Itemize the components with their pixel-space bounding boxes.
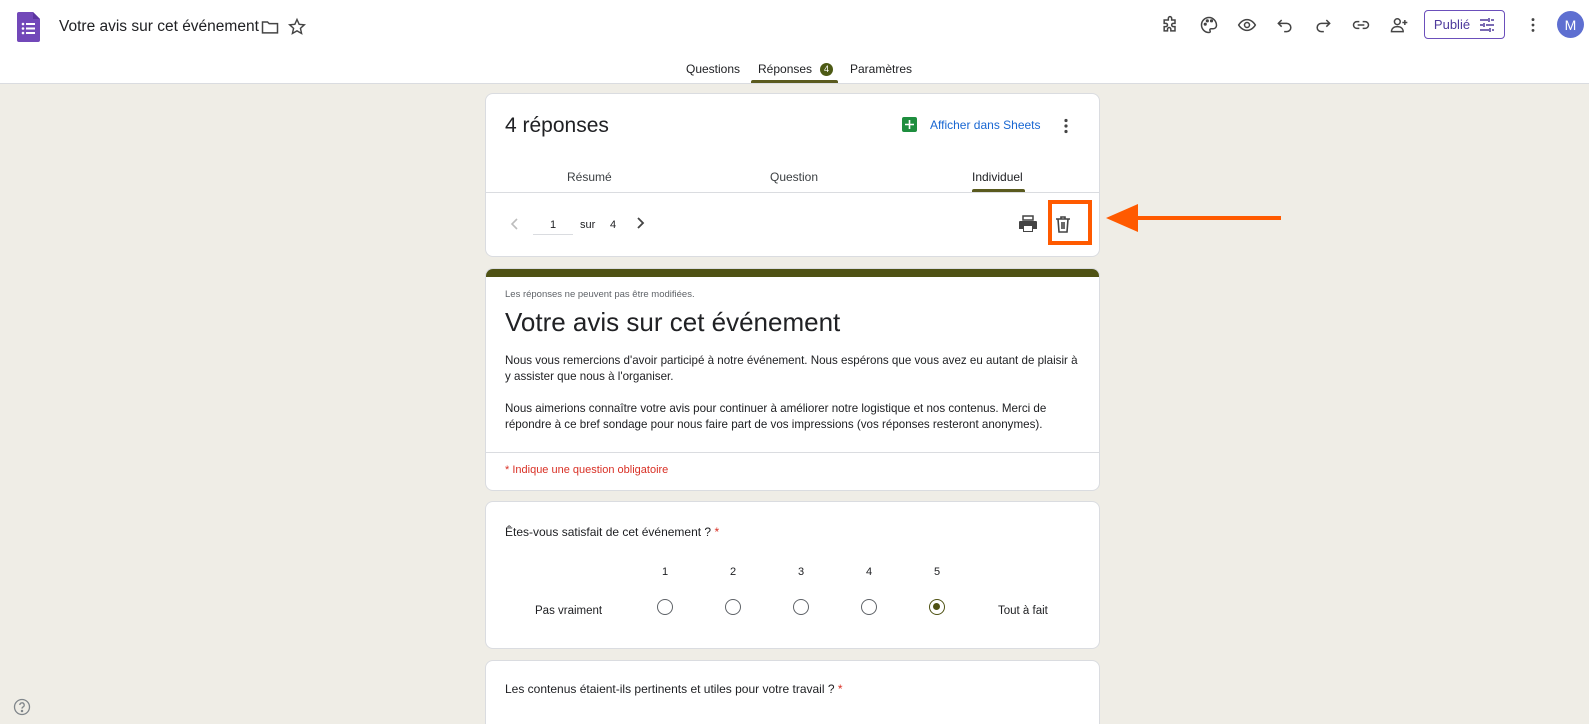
required-star: * [714, 525, 720, 539]
pager-total: 4 [610, 219, 617, 231]
tab-responses-label: Réponses [758, 62, 813, 76]
readonly-note: Les réponses ne peuvent pas être modifié… [505, 289, 695, 300]
forms-logo-icon[interactable] [17, 12, 40, 42]
subtab-individual[interactable]: Individuel [972, 170, 1023, 184]
preview-icon[interactable] [1235, 13, 1259, 37]
scale-high-label: Tout à fait [998, 605, 1048, 617]
help-icon[interactable] [13, 698, 31, 716]
pointer-arrow-annotation [1106, 204, 1281, 232]
responses-count-badge: 4 [820, 63, 834, 76]
form-description-p2: Nous aimerions connaître votre avis pour… [505, 402, 1047, 431]
form-description: Nous vous remercions d'avoir participé à… [505, 353, 1085, 449]
sheets-icon [902, 117, 917, 132]
print-icon[interactable] [1017, 213, 1039, 235]
scale-number: 5 [933, 566, 941, 578]
addon-icon[interactable] [1158, 13, 1182, 37]
required-note: * Indique une question obligatoire [505, 464, 669, 476]
link-icon[interactable] [1349, 13, 1373, 37]
view-in-sheets-link[interactable]: Afficher dans Sheets [902, 117, 1041, 132]
chevron-right-icon[interactable] [630, 213, 650, 233]
subtab-divider [486, 192, 1099, 193]
scale-number: 4 [865, 566, 873, 578]
app-header: Votre avis sur cet événement Publié M Qu… [0, 0, 1589, 84]
question-card-content-relevance: Les contenus étaient-ils pertinents et u… [485, 660, 1100, 724]
responses-count: 4 réponses [505, 114, 609, 137]
subtab-question[interactable]: Question [770, 170, 818, 184]
publish-label: Publié [1433, 17, 1471, 32]
tab-responses[interactable]: Réponses 4 [758, 62, 834, 76]
more-options-icon[interactable] [1056, 116, 1076, 136]
question-text: Êtes-vous satisfait de cet événement ? [505, 525, 712, 539]
responses-card: 4 réponses Afficher dans Sheets Résumé Q… [485, 93, 1100, 257]
question-text: Les contenus étaient-ils pertinents et u… [505, 682, 835, 696]
page-number-input[interactable] [533, 215, 573, 235]
subtab-summary[interactable]: Résumé [567, 170, 612, 184]
question-title: Les contenus étaient-ils pertinents et u… [505, 682, 843, 696]
form-description-p1: Nous vous remercions d'avoir participé à… [505, 354, 1078, 383]
scale-radio-1[interactable] [657, 599, 673, 615]
chevron-left-icon[interactable] [505, 214, 525, 234]
folder-icon[interactable] [258, 15, 282, 39]
view-in-sheets-label: Afficher dans Sheets [930, 117, 1041, 132]
scale-number: 1 [661, 566, 669, 578]
active-tab-indicator [751, 80, 838, 83]
form-divider [486, 452, 1099, 453]
redo-icon[interactable] [1311, 13, 1335, 37]
delete-highlight-annotation [1048, 200, 1092, 245]
document-title[interactable]: Votre avis sur cet événement [59, 18, 259, 36]
add-collaborator-icon[interactable] [1387, 13, 1411, 37]
form-accent-band [486, 269, 1099, 277]
scale-number: 2 [729, 566, 737, 578]
scale-radio-3[interactable] [793, 599, 809, 615]
publish-button[interactable]: Publié [1424, 10, 1505, 39]
scale-radio-5[interactable] [929, 599, 945, 615]
star-icon[interactable] [285, 15, 309, 39]
scale-radio-2[interactable] [725, 599, 741, 615]
question-card-satisfaction: Êtes-vous satisfait de cet événement ? *… [485, 501, 1100, 649]
form-header-card: Les réponses ne peuvent pas être modifié… [485, 268, 1100, 491]
scale-radio-4[interactable] [861, 599, 877, 615]
main-tabs: Questions Réponses 4 Paramètres [0, 60, 1589, 84]
more-vert-icon[interactable] [1521, 13, 1545, 37]
form-title: Votre avis sur cet événement [505, 307, 841, 337]
avatar[interactable]: M [1557, 11, 1584, 38]
palette-icon[interactable] [1197, 13, 1221, 37]
tune-icon [1480, 17, 1495, 32]
required-star: * [837, 682, 843, 696]
undo-icon[interactable] [1273, 13, 1297, 37]
tab-questions[interactable]: Questions [686, 62, 740, 76]
question-title: Êtes-vous satisfait de cet événement ? * [505, 525, 719, 539]
scale-low-label: Pas vraiment [535, 605, 603, 617]
tab-settings[interactable]: Paramètres [850, 62, 912, 76]
scale-number: 3 [797, 566, 805, 578]
pager-of-label: sur [580, 219, 596, 231]
